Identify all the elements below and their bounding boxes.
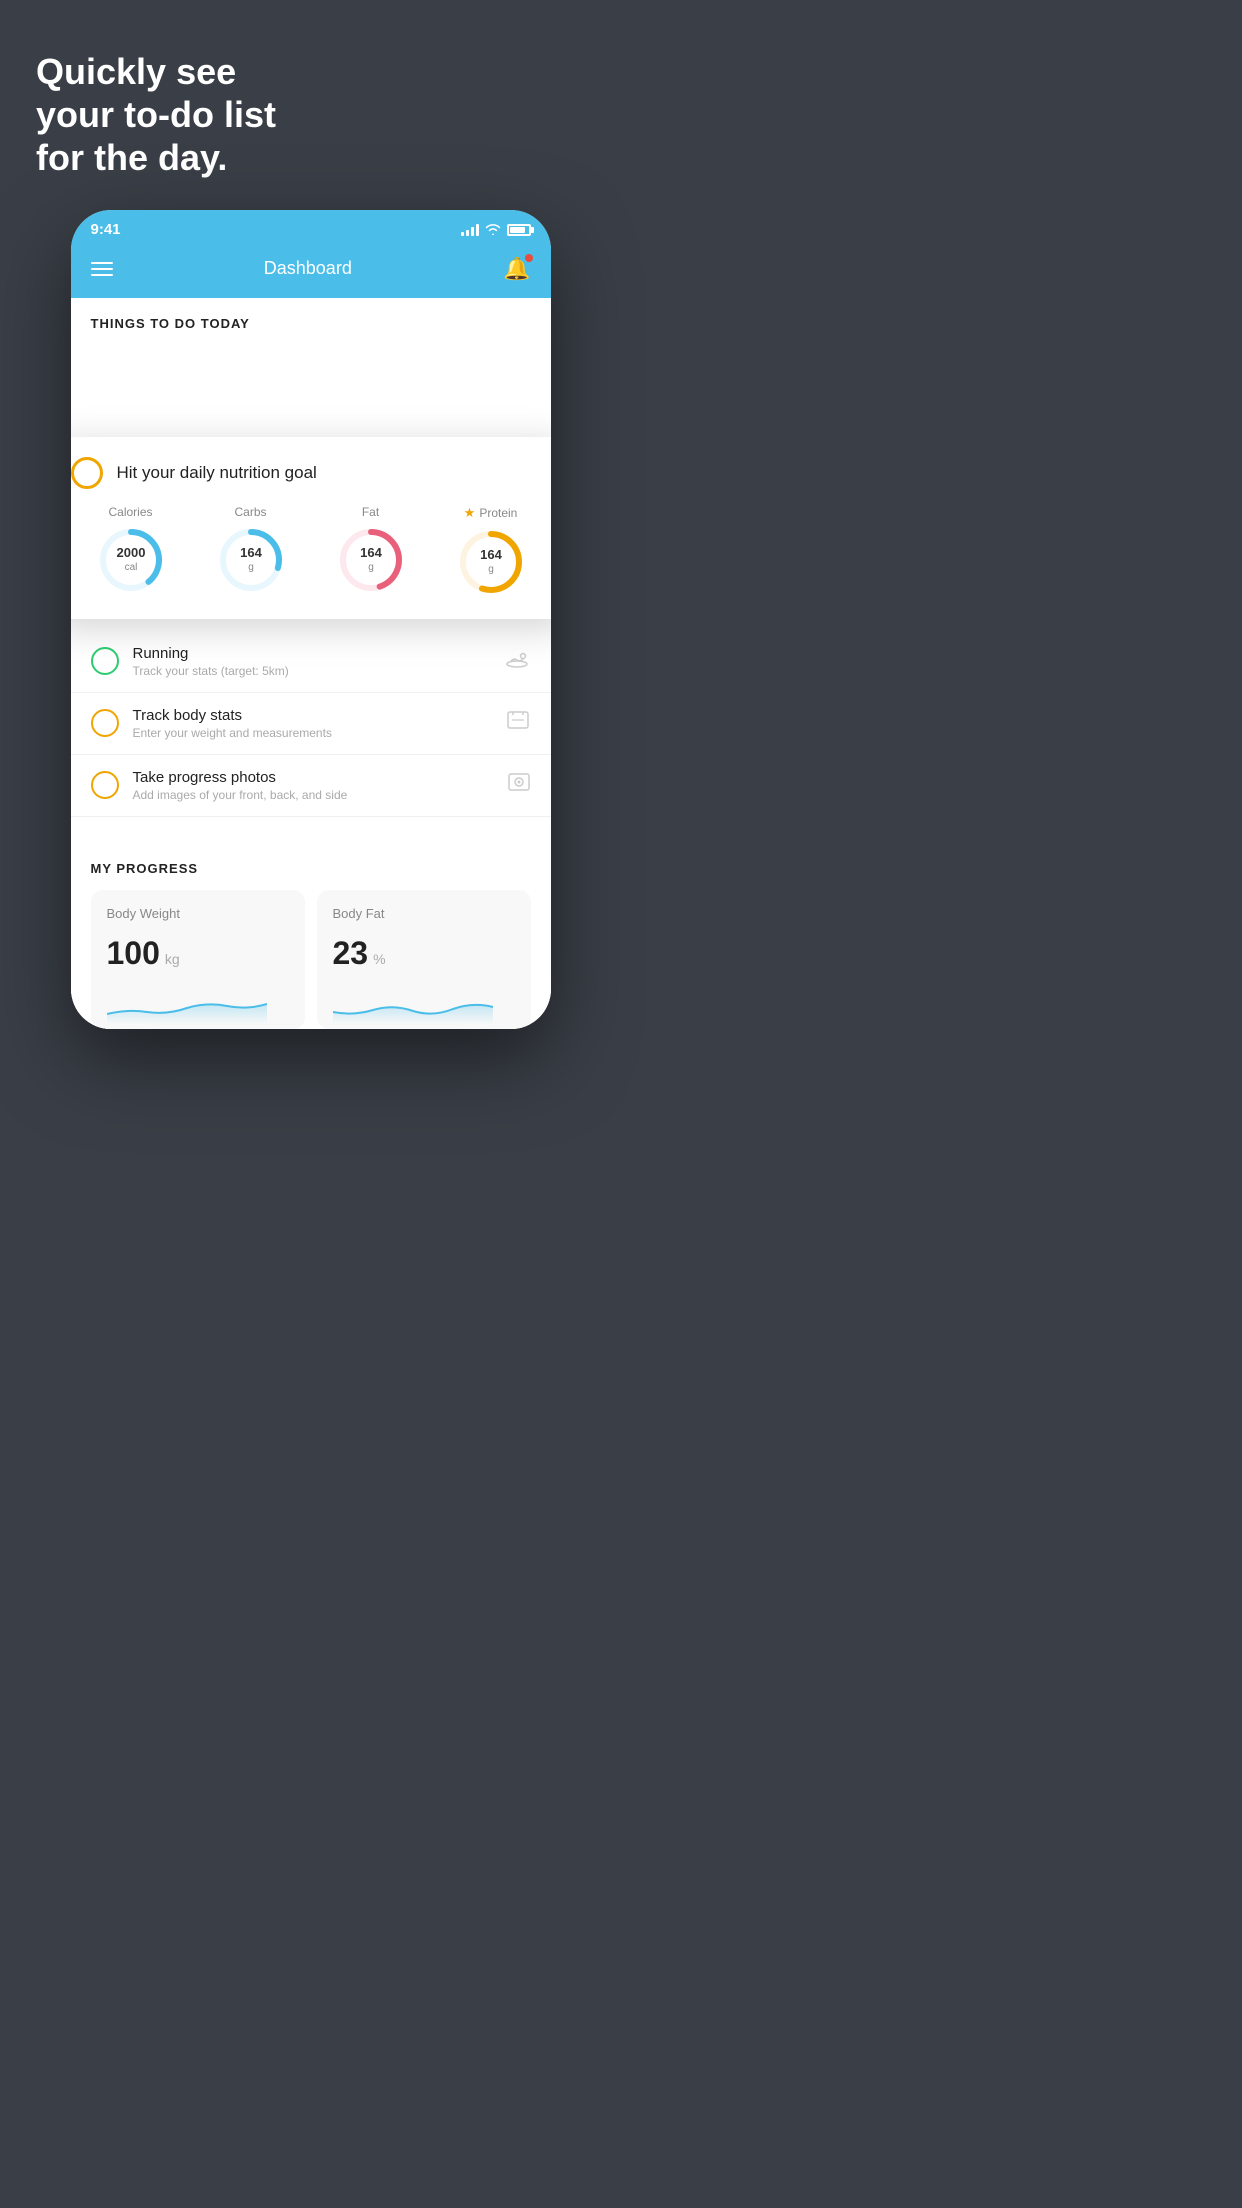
- app-header: Dashboard 🔔: [71, 246, 551, 298]
- calories-label: Calories: [108, 505, 152, 519]
- calories-ring-item: Calories 2000 cal: [96, 505, 166, 595]
- nutrition-card-title: Hit your daily nutrition goal: [117, 463, 317, 483]
- photos-icon: [507, 770, 531, 800]
- nutrition-rings: Calories 2000 cal Carbs: [71, 505, 551, 597]
- photos-check-circle: [91, 771, 119, 799]
- battery-icon: [507, 224, 531, 236]
- svg-text:164: 164: [360, 545, 382, 560]
- body-fat-card-title: Body Fat: [333, 906, 515, 921]
- running-subtitle: Track your stats (target: 5km): [133, 664, 489, 678]
- headline-line3: for the day.: [36, 136, 585, 179]
- fat-ring-item: Fat 164 g: [336, 505, 406, 595]
- todo-item-photos[interactable]: Take progress photos Add images of your …: [71, 755, 551, 817]
- notification-dot: [525, 254, 533, 262]
- star-icon: ★: [464, 505, 476, 521]
- fat-label: Fat: [362, 505, 379, 519]
- svg-text:g: g: [248, 562, 254, 573]
- notifications-button[interactable]: 🔔: [503, 256, 530, 282]
- fat-ring: 164 g: [336, 525, 406, 595]
- status-icons: [461, 222, 531, 238]
- body-stats-check-circle: [91, 709, 119, 737]
- status-bar: 9:41: [71, 210, 551, 246]
- photos-title: Take progress photos: [133, 769, 493, 786]
- nutrition-check-circle: [71, 457, 103, 489]
- things-to-do-title: THINGS TO DO TODAY: [71, 298, 551, 341]
- menu-button[interactable]: [91, 262, 113, 276]
- body-weight-chart: [107, 984, 267, 1024]
- running-check-circle: [91, 647, 119, 675]
- phone-screen: 9:41: [71, 210, 551, 1029]
- app-content: THINGS TO DO TODAY Hit your daily nutrit…: [71, 298, 551, 1029]
- carbs-label: Carbs: [234, 505, 266, 519]
- carbs-ring: 164 g: [216, 525, 286, 595]
- body-weight-card-title: Body Weight: [107, 906, 289, 921]
- nutrition-card[interactable]: Hit your daily nutrition goal Calories 2…: [71, 437, 551, 619]
- body-weight-value: 100 kg: [107, 935, 289, 972]
- wifi-icon: [485, 222, 501, 238]
- body-fat-chart: [333, 984, 493, 1024]
- body-stats-icon: [505, 708, 531, 738]
- body-stats-title: Track body stats: [133, 707, 491, 724]
- body-stats-subtitle: Enter your weight and measurements: [133, 726, 491, 740]
- photos-subtitle: Add images of your front, back, and side: [133, 788, 493, 802]
- calories-ring: 2000 cal: [96, 525, 166, 595]
- photos-text: Take progress photos Add images of your …: [133, 769, 493, 802]
- body-stats-text: Track body stats Enter your weight and m…: [133, 707, 491, 740]
- body-fat-card[interactable]: Body Fat 23 %: [317, 890, 531, 1029]
- svg-text:g: g: [488, 564, 494, 575]
- running-title: Running: [133, 645, 489, 662]
- status-time: 9:41: [91, 221, 121, 238]
- phone-mockup: 9:41: [71, 210, 551, 1029]
- progress-section: MY PROGRESS Body Weight 100 kg: [71, 837, 551, 1029]
- svg-text:164: 164: [480, 547, 502, 562]
- header-title: Dashboard: [264, 258, 352, 279]
- headline-line2: your to-do list: [36, 93, 585, 136]
- headline-line1: Quickly see: [36, 50, 585, 93]
- body-fat-value: 23 %: [333, 935, 515, 972]
- signal-icon: [461, 223, 479, 236]
- carbs-ring-item: Carbs 164 g: [216, 505, 286, 595]
- svg-text:cal: cal: [124, 562, 137, 573]
- svg-text:164: 164: [240, 545, 262, 560]
- todo-item-body-stats[interactable]: Track body stats Enter your weight and m…: [71, 693, 551, 755]
- progress-cards: Body Weight 100 kg: [91, 890, 531, 1029]
- svg-text:2000: 2000: [116, 545, 145, 560]
- svg-text:g: g: [368, 562, 374, 573]
- protein-ring: 164 g: [456, 527, 526, 597]
- running-icon: [503, 648, 531, 674]
- protein-ring-item: ★ Protein 164 g: [456, 505, 526, 597]
- headline: Quickly see your to-do list for the day.: [0, 0, 621, 210]
- todo-item-running[interactable]: Running Track your stats (target: 5km): [71, 631, 551, 693]
- body-weight-card[interactable]: Body Weight 100 kg: [91, 890, 305, 1029]
- nutrition-card-header: Hit your daily nutrition goal: [71, 457, 551, 489]
- running-text: Running Track your stats (target: 5km): [133, 645, 489, 678]
- progress-title: MY PROGRESS: [91, 861, 531, 876]
- protein-label: ★ Protein: [464, 505, 518, 521]
